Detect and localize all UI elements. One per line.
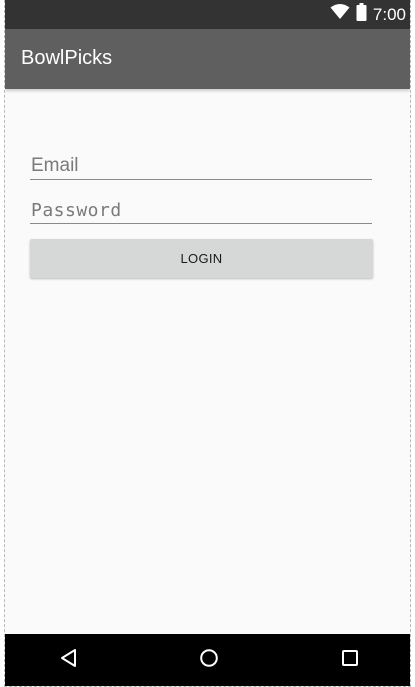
device-frame: 7:00 BowlPicks LOGIN (4, 0, 411, 687)
login-button[interactable]: LOGIN (30, 239, 373, 278)
email-field (30, 147, 373, 180)
recents-icon (341, 649, 359, 672)
wifi-icon (330, 4, 350, 25)
recents-button[interactable] (320, 634, 380, 686)
navigation-bar (5, 634, 410, 686)
status-bar: 7:00 (5, 0, 410, 29)
status-time: 7:00 (372, 4, 406, 24)
back-button[interactable] (39, 634, 99, 686)
app-title: BowlPicks (21, 47, 113, 69)
battery-icon (356, 3, 367, 26)
status-icons: 7:00 (330, 0, 406, 29)
password-field (30, 191, 373, 224)
back-icon (59, 648, 79, 673)
email-input[interactable] (30, 155, 373, 177)
login-form: LOGIN (5, 89, 410, 634)
home-button[interactable] (179, 634, 239, 686)
app-bar: BowlPicks (5, 29, 410, 89)
home-icon (199, 648, 219, 673)
password-input[interactable] (30, 200, 373, 221)
